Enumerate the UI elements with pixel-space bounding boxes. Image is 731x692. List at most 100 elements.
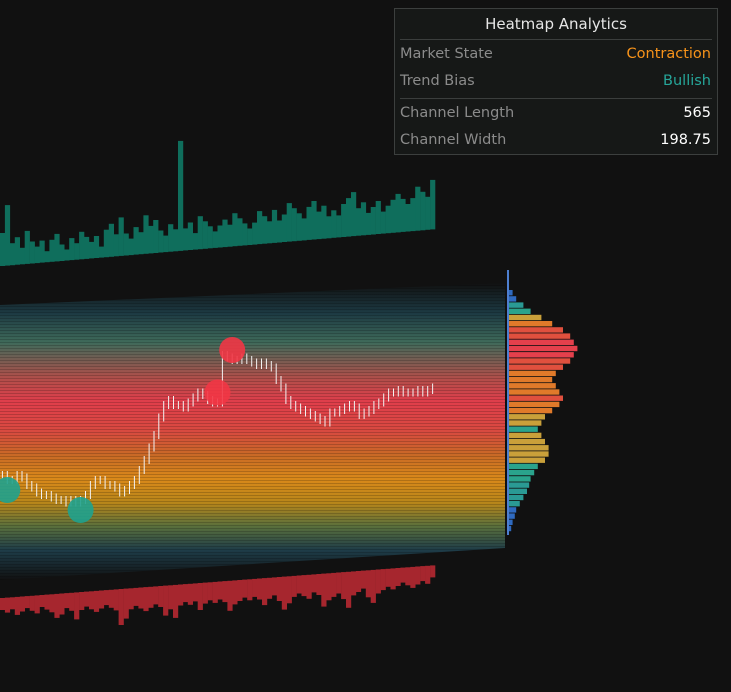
bull-volume-bar	[217, 225, 223, 248]
bear-volume-bar	[365, 570, 371, 598]
bull-volume-histogram	[0, 140, 436, 266]
bull-volume-bar	[222, 219, 228, 248]
bear-volume-bar	[153, 586, 159, 605]
bull-volume-bar	[400, 198, 406, 232]
bull-volume-bar	[227, 224, 233, 247]
profile-bar	[509, 290, 513, 296]
bull-volume-bar	[39, 240, 45, 263]
bear-volume-bar	[351, 571, 357, 596]
bear-signal-marker	[204, 379, 231, 406]
bear-volume-bar	[64, 593, 70, 609]
bull-volume-bar	[163, 235, 169, 253]
channel-width-label: Channel Width	[400, 132, 507, 148]
bull-volume-bar	[326, 216, 332, 239]
bear-volume-bar	[103, 590, 109, 606]
profile-bar	[509, 321, 553, 327]
bear-volume-bar	[425, 565, 431, 584]
bull-volume-bar	[390, 199, 396, 233]
bull-volume-bar	[187, 222, 193, 250]
profile-bar	[509, 432, 542, 439]
profile-bar	[509, 308, 531, 314]
profile-bar	[509, 383, 556, 389]
bear-volume-bar	[69, 592, 75, 611]
bull-volume-bar	[158, 230, 164, 253]
profile-bar	[509, 525, 512, 532]
bull-volume-bar	[197, 216, 203, 250]
bear-volume-bar	[158, 586, 164, 607]
bear-signal-marker	[219, 337, 246, 363]
profile-bar	[509, 457, 545, 463]
bull-volume-bar	[9, 243, 16, 266]
bear-volume-bar	[301, 575, 307, 597]
bear-volume-bar	[212, 581, 218, 603]
bull-volume-bar	[59, 244, 65, 261]
bull-volume-bar	[360, 202, 367, 236]
bear-volume-bar	[19, 596, 25, 612]
bear-volume-bar	[410, 566, 416, 588]
market-state-label: Market State	[400, 46, 493, 62]
bear-volume-bar	[430, 565, 436, 578]
bear-volume-bar	[370, 569, 376, 603]
profile-bar	[509, 389, 560, 395]
bull-volume-bar	[410, 198, 416, 232]
bear-volume-bar	[93, 590, 100, 612]
bull-volume-bar	[425, 196, 431, 230]
bull-volume-bar	[29, 241, 35, 264]
bear-volume-bar	[242, 579, 248, 598]
bear-volume-bar	[108, 589, 114, 608]
bear-volume-bar	[420, 566, 426, 582]
channel-length-value: 565	[683, 105, 711, 121]
profile-bar	[509, 352, 574, 358]
bull-volume-bar	[331, 210, 337, 238]
bear-volume-bar	[44, 594, 50, 610]
profile-bar	[509, 494, 524, 501]
bear-volume-bar	[271, 577, 278, 596]
bear-volume-bar	[98, 590, 105, 609]
profile-bar	[509, 407, 553, 414]
bull-volume-bar	[118, 217, 124, 256]
bear-volume-bar	[266, 577, 273, 599]
bear-volume-bar	[59, 593, 65, 615]
bear-volume-bar	[0, 598, 6, 610]
bear-volume-bar	[390, 568, 396, 590]
bear-volume-bar	[400, 567, 406, 583]
bull-volume-bar	[98, 246, 105, 258]
bear-volume-bar	[202, 582, 208, 604]
bull-volume-bar	[306, 206, 312, 240]
bull-volume-bar	[153, 220, 159, 253]
bull-volume-bar	[385, 205, 391, 234]
bear-volume-bar	[163, 585, 169, 616]
bear-volume-bar	[123, 588, 129, 619]
bear-volume-bar	[262, 578, 268, 606]
profile-bar	[509, 519, 513, 525]
profile-bar	[509, 469, 535, 476]
profile-bar	[509, 513, 515, 519]
bull-volume-bar	[128, 238, 134, 256]
bear-volume-bar	[232, 580, 238, 605]
profile-bar	[509, 451, 549, 457]
bear-volume-bar	[336, 572, 342, 594]
analytics-panel: Heatmap Analytics Market State Contracti…	[394, 8, 718, 155]
bear-volume-bar	[395, 568, 401, 586]
bear-volume-bar	[74, 592, 80, 620]
bear-volume-bar	[247, 579, 253, 601]
bear-volume-bar	[341, 572, 347, 600]
bull-volume-bar	[276, 220, 282, 243]
bear-volume-bar	[355, 571, 362, 592]
profile-bar	[509, 345, 578, 352]
bull-volume-bar	[148, 225, 154, 254]
bull-volume-bar	[84, 236, 90, 259]
bear-volume-bar	[118, 589, 124, 625]
profile-bar	[509, 414, 545, 420]
bull-volume-bar	[123, 233, 129, 256]
bull-volume-bar	[237, 218, 243, 246]
bear-volume-bar	[34, 595, 40, 614]
panel-divider	[400, 98, 712, 99]
bull-volume-bar	[286, 203, 292, 242]
profile-bar	[509, 501, 520, 507]
channel-length-label: Channel Length	[400, 105, 515, 121]
bear-volume-bar	[133, 587, 139, 606]
bear-volume-bar	[207, 582, 213, 601]
bull-volume-bar	[281, 214, 287, 242]
bull-volume-bar	[380, 211, 386, 234]
